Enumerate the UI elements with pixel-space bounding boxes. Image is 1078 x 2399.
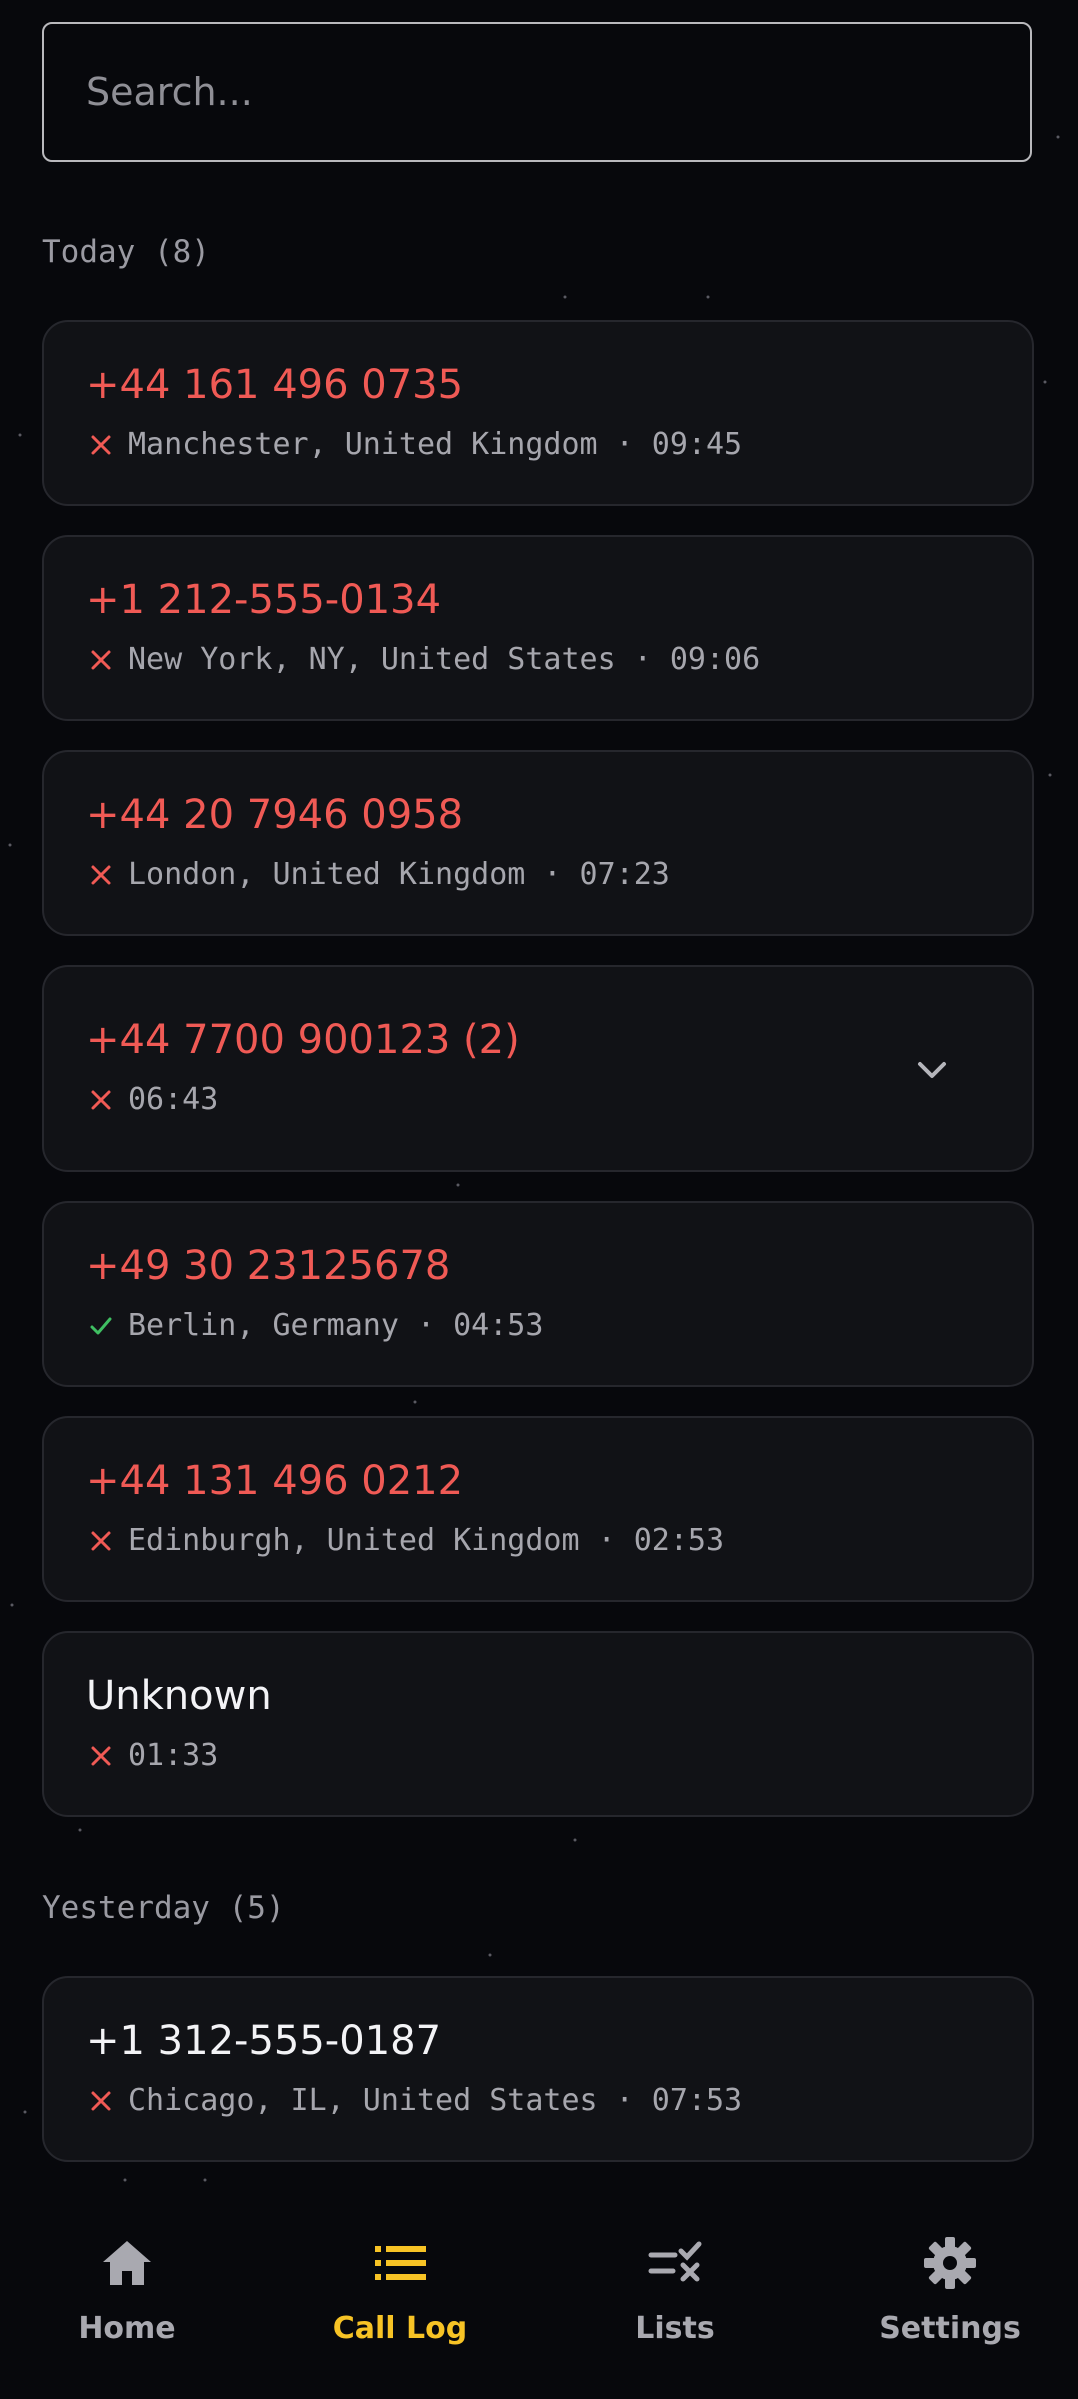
call-log-entry[interactable]: +49 30 23125678 Berlin, Germany · 04:53	[42, 1201, 1034, 1387]
caller-number: +44 131 496 0212	[86, 1458, 464, 1504]
nav-label: Settings	[879, 2311, 1021, 2346]
missed-x-icon	[88, 862, 114, 888]
call-log-group-entry[interactable]: +44 7700 900123 (2) 06:43	[42, 965, 1034, 1172]
call-detail-text: 01:33	[128, 1738, 219, 1773]
caller-number: +1 212-555-0134	[86, 577, 442, 623]
call-detail-text: Berlin, Germany · 04:53	[128, 1308, 544, 1343]
missed-x-icon	[88, 2088, 114, 2114]
call-detail-text: Manchester, United Kingdom · 09:45	[128, 427, 743, 462]
call-detail-text: Edinburgh, United Kingdom · 02:53	[128, 1523, 725, 1558]
call-log-entry[interactable]: +44 161 496 0735 Manchester, United King…	[42, 320, 1034, 506]
call-detail-text: London, United Kingdom · 07:23	[128, 857, 670, 892]
call-details: Chicago, IL, United States · 07:53	[88, 2083, 742, 2118]
call-log-entry[interactable]: +1 212-555-0134 New York, NY, United Sta…	[42, 535, 1034, 721]
missed-x-icon	[88, 1528, 114, 1554]
gear-icon	[922, 2235, 978, 2291]
call-log-entry[interactable]: Unknown 01:33	[42, 1631, 1034, 1817]
caller-number: +44 7700 900123 (2)	[86, 1017, 520, 1063]
search-input[interactable]	[84, 69, 988, 115]
nav-lists[interactable]: Lists	[540, 2235, 810, 2346]
checklist-icon	[647, 2235, 703, 2291]
missed-x-icon	[88, 647, 114, 673]
caller-number: +49 30 23125678	[86, 1243, 451, 1289]
call-details: Edinburgh, United Kingdom · 02:53	[88, 1523, 724, 1558]
call-log-entry[interactable]: +44 20 7946 0958 London, United Kingdom …	[42, 750, 1034, 936]
caller-number: Unknown	[86, 1673, 272, 1719]
call-details: 01:33	[88, 1738, 218, 1773]
section-header-yesterday: Yesterday (5)	[42, 1890, 285, 1926]
nav-settings[interactable]: Settings	[815, 2235, 1078, 2346]
call-details: Manchester, United Kingdom · 09:45	[88, 427, 742, 462]
call-log-entry[interactable]: +44 131 496 0212 Edinburgh, United Kingd…	[42, 1416, 1034, 1602]
call-detail-text: Chicago, IL, United States · 07:53	[128, 2083, 743, 2118]
nav-label: Lists	[635, 2311, 715, 2346]
caller-number: +44 161 496 0735	[86, 362, 464, 408]
nav-label: Call Log	[332, 2311, 468, 2346]
call-details: New York, NY, United States · 09:06	[88, 642, 760, 677]
caller-number: +1 312-555-0187	[86, 2018, 442, 2064]
call-detail-text: 06:43	[128, 1082, 219, 1117]
missed-x-icon	[88, 1087, 114, 1113]
call-details: 06:43	[88, 1082, 218, 1117]
missed-x-icon	[88, 1743, 114, 1769]
nav-label: Home	[78, 2311, 176, 2346]
nav-home[interactable]: Home	[0, 2235, 262, 2346]
nav-call-log[interactable]: Call Log	[265, 2235, 535, 2346]
call-details: Berlin, Germany · 04:53	[88, 1308, 543, 1343]
bottom-nav: Home Call Log Lists Settings	[0, 2199, 1078, 2399]
call-details: London, United Kingdom · 07:23	[88, 857, 670, 892]
section-header-today: Today (8)	[42, 234, 210, 270]
call-detail-text: New York, NY, United States · 09:06	[128, 642, 761, 677]
list-icon	[372, 2235, 428, 2291]
answered-check-icon	[88, 1313, 114, 1339]
chevron-down-icon[interactable]	[912, 1055, 952, 1085]
search-box[interactable]	[42, 22, 1032, 162]
call-log-entry[interactable]: +1 312-555-0187 Chicago, IL, United Stat…	[42, 1976, 1034, 2162]
caller-number: +44 20 7946 0958	[86, 792, 464, 838]
missed-x-icon	[88, 432, 114, 458]
home-icon	[99, 2235, 155, 2291]
